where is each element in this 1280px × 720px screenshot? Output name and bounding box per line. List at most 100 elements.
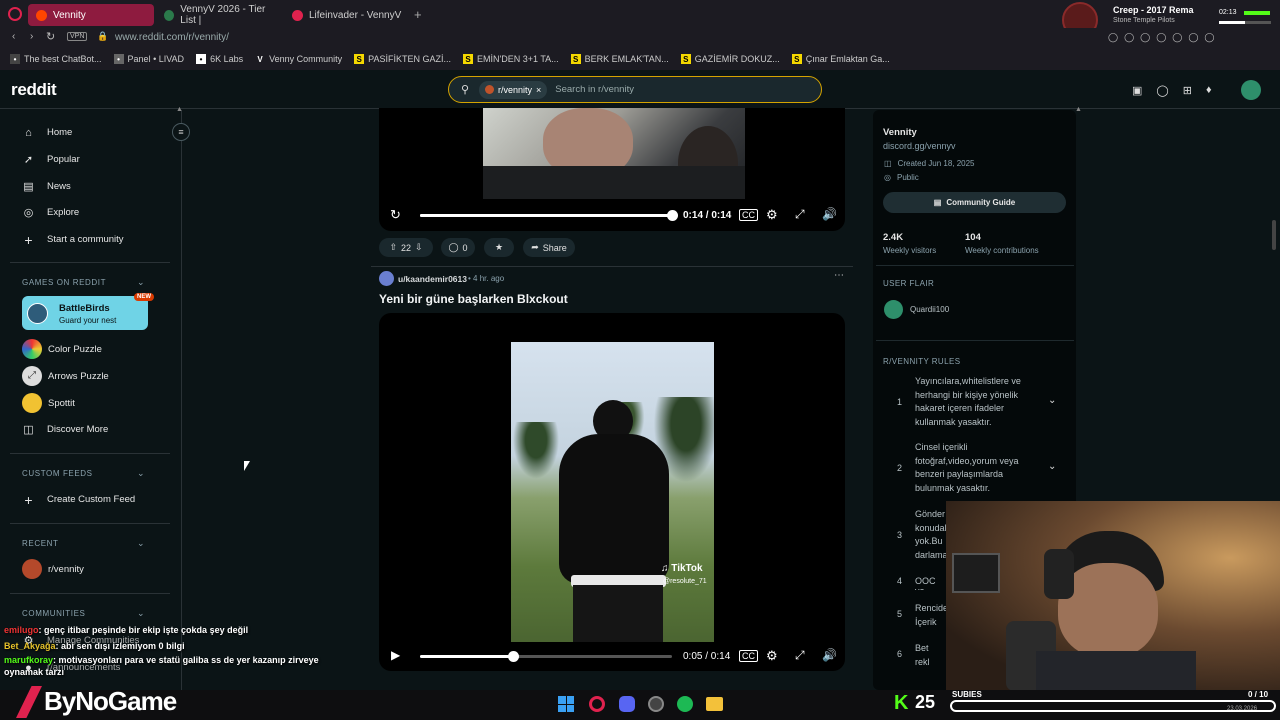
- windows-start-icon[interactable]: [558, 696, 574, 712]
- new-tab-icon[interactable]: +: [414, 7, 422, 22]
- fullscreen-icon[interactable]: ⤢: [795, 648, 805, 663]
- chevron-down-icon[interactable]: ⌄: [137, 608, 145, 619]
- bookmark-chatbot[interactable]: • The best ChatBot...: [10, 54, 102, 64]
- custom-feeds-header[interactable]: CUSTOM FEEDS: [22, 469, 93, 478]
- nav-start-community[interactable]: + Start a community: [22, 232, 123, 248]
- opera-taskbar-icon[interactable]: [589, 696, 605, 712]
- captions-icon[interactable]: CC: [739, 209, 758, 221]
- discord-icon[interactable]: [619, 696, 635, 712]
- replay-icon[interactable]: ↻: [390, 207, 401, 223]
- close-icon[interactable]: ×: [536, 85, 541, 95]
- community-visibility: ◎ Public: [884, 173, 919, 182]
- page-scrollbar[interactable]: [1272, 220, 1276, 250]
- chevron-down-icon[interactable]: ⌄: [137, 468, 145, 479]
- post1-award-button[interactable]: ★: [484, 238, 514, 257]
- post2-title[interactable]: Yeni bir güne başlarken Blxckout: [379, 292, 568, 306]
- forward-icon[interactable]: ›: [30, 31, 33, 42]
- flair-username[interactable]: Quardii100: [910, 305, 949, 314]
- chat-icon[interactable]: ◯: [1156, 84, 1168, 97]
- nav-news[interactable]: ▤ News: [22, 180, 70, 193]
- bookmark-panel[interactable]: • Panel • LIVAD: [113, 54, 184, 64]
- vpn-badge[interactable]: VPN: [67, 32, 88, 41]
- volume-icon[interactable]: 🔊: [822, 207, 837, 221]
- reload-icon[interactable]: ↻: [46, 30, 55, 43]
- browser-extension-icons[interactable]: ◯◯◯◯◯◯◯: [1108, 32, 1221, 43]
- post1-progress-knob[interactable]: [667, 210, 678, 221]
- more-options-icon[interactable]: ⋯: [834, 270, 844, 281]
- post1-video[interactable]: ↻ 0:14 / 0:14 CC ⚙ ⤢ 🔊: [379, 108, 845, 231]
- chevron-down-icon[interactable]: ⌄: [1048, 395, 1056, 406]
- tab-vennity[interactable]: Vennity: [28, 4, 154, 26]
- game-color-puzzle[interactable]: Color Puzzle: [22, 339, 102, 359]
- rule-item-1[interactable]: 1 Yayıncılara,whitelistlere ve herhangi …: [883, 375, 1063, 431]
- search-input[interactable]: Search in r/vennity: [555, 84, 634, 95]
- opera-logo-icon[interactable]: [8, 7, 22, 21]
- file-explorer-icon[interactable]: [706, 697, 723, 711]
- bookmark-venny-community[interactable]: V Venny Community: [255, 54, 342, 64]
- bookmark-cinar[interactable]: S Çınar Emlaktan Ga...: [791, 54, 890, 64]
- bookmark-gaziemir[interactable]: S GAZİEMİR DOKUZ...: [680, 54, 780, 64]
- fullscreen-icon[interactable]: ⤢: [795, 207, 805, 222]
- author-avatar[interactable]: [379, 271, 394, 286]
- downvote-icon[interactable]: ⇩: [415, 242, 423, 253]
- community-link[interactable]: discord.gg/vennyv: [883, 141, 956, 151]
- chevron-down-icon[interactable]: ⌄: [137, 538, 145, 549]
- spotify-icon[interactable]: [677, 696, 693, 712]
- rule-item-6[interactable]: 6 Bet rekl yasaktı: [883, 642, 947, 670]
- nav-explore[interactable]: ◎ Explore: [22, 206, 80, 219]
- bookmark-6k-labs[interactable]: • 6K Labs: [196, 54, 243, 64]
- post2-progress-knob[interactable]: [508, 651, 520, 662]
- post2-author[interactable]: u/kaandemir0613: [398, 274, 467, 284]
- post1-comments-button[interactable]: ◯ 0: [441, 238, 475, 257]
- post2-video[interactable]: ♫ TikTok @resolute_71 ▶ 0:05 / 0:14 CC ⚙…: [379, 313, 845, 671]
- settings-icon[interactable]: ⚙: [766, 207, 778, 223]
- recent-header[interactable]: RECENT: [22, 539, 59, 548]
- post1-progress-track[interactable]: [420, 210, 678, 221]
- create-post-icon[interactable]: ⊞: [1183, 84, 1192, 97]
- post2-progress-track[interactable]: [420, 651, 672, 662]
- subreddit-chip[interactable]: r/vennity ×: [479, 80, 548, 99]
- play-icon[interactable]: ▶: [391, 648, 400, 662]
- recent-vennity[interactable]: r/vennity: [22, 559, 84, 579]
- nav-home[interactable]: ⌂ Home: [22, 126, 72, 139]
- search-bar[interactable]: ⚲ r/vennity × Search in r/vennity: [448, 76, 822, 103]
- scroll-up-icon[interactable]: ▲: [1075, 106, 1082, 113]
- communities-header[interactable]: COMMUNITIES: [22, 609, 86, 618]
- kick-count: 25: [915, 692, 936, 712]
- bookmark-pasifik[interactable]: S PASİFİKTEN GAZİ...: [354, 54, 451, 64]
- weekly-contrib-count: 104: [965, 232, 981, 243]
- media-artist: Stone Temple Pilots: [1113, 17, 1175, 24]
- volume-icon[interactable]: 🔊: [822, 648, 837, 662]
- battlebirds-card[interactable]: BattleBirds Guard your nest NEW: [22, 293, 154, 330]
- app-icon[interactable]: [648, 696, 664, 712]
- rule-item-4[interactable]: 4 OOC ve: [883, 576, 947, 590]
- captions-icon[interactable]: CC: [739, 650, 758, 662]
- rule-item-2[interactable]: 2 Cinsel içerikli fotoğraf,video,yorum v…: [883, 441, 1063, 497]
- post1-share-button[interactable]: ➦ Share: [523, 238, 575, 257]
- rule-item-3[interactable]: 3 Gönder konudal yok.Bu darlama: [883, 508, 947, 564]
- scroll-up-icon[interactable]: ▲: [176, 106, 183, 113]
- rule-item-5[interactable]: 5 Rencide İçerik Ya: [883, 602, 947, 630]
- reddit-logo[interactable]: reddit: [11, 80, 57, 100]
- community-guide-button[interactable]: ▤ Community Guide: [883, 192, 1066, 213]
- bookmark-emin[interactable]: S EMİN'DEN 3+1 TA...: [463, 54, 559, 64]
- notifications-icon[interactable]: ♦: [1206, 84, 1212, 97]
- chevron-down-icon[interactable]: ⌄: [137, 277, 145, 288]
- game-spottit[interactable]: Spottit: [22, 393, 75, 413]
- settings-icon[interactable]: ⚙: [766, 648, 778, 664]
- advertise-icon[interactable]: ▣: [1132, 84, 1142, 97]
- user-avatar[interactable]: [1241, 80, 1261, 100]
- bookmark-berk[interactable]: S BERK EMLAK'TAN...: [570, 54, 669, 64]
- upvote-icon[interactable]: ⇧: [389, 242, 397, 253]
- create-custom-feed[interactable]: + Create Custom Feed: [22, 492, 135, 508]
- discover-more[interactable]: ◫ Discover More: [22, 423, 108, 436]
- game-arrows-puzzle[interactable]: ⤢ Arrows Puzzle: [22, 366, 109, 386]
- chevron-down-icon[interactable]: ⌄: [1048, 461, 1056, 472]
- collapse-sidebar-icon[interactable]: ≡: [172, 123, 190, 141]
- url-field[interactable]: www.reddit.com/r/vennity/: [115, 32, 229, 43]
- back-icon[interactable]: ‹: [12, 31, 15, 42]
- nav-popular[interactable]: ➚ Popular: [22, 153, 80, 166]
- games-section-header[interactable]: GAMES ON REDDIT: [22, 278, 106, 287]
- tab-lifeinvader[interactable]: Lifeinvader - VennyV: [284, 4, 410, 26]
- tab-tier-list[interactable]: VennyV 2026 - Tier List |: [156, 4, 282, 26]
